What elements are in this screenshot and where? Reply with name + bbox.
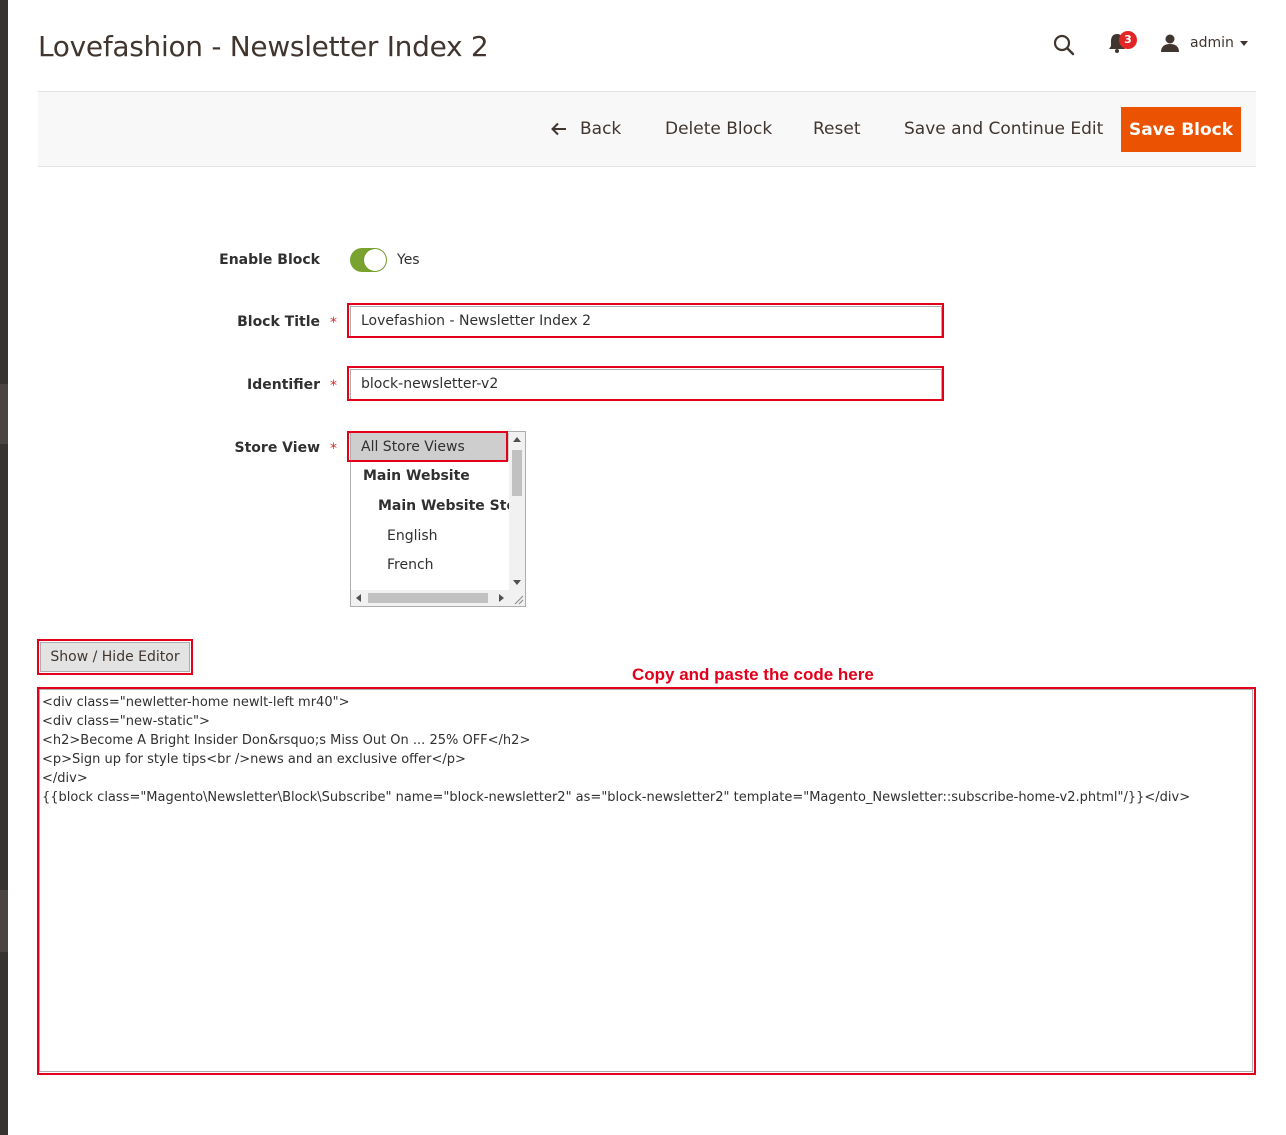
back-button[interactable]: Back bbox=[551, 92, 621, 166]
scrollbar-thumb[interactable] bbox=[368, 593, 488, 603]
annotation-text: Copy and paste the code here bbox=[632, 665, 874, 684]
chevron-down-icon bbox=[1239, 40, 1248, 46]
enable-block-value: Yes bbox=[397, 252, 420, 268]
required-star: * bbox=[330, 315, 337, 331]
notification-count-badge: 3 bbox=[1119, 31, 1137, 49]
arrow-left-icon bbox=[551, 122, 566, 136]
required-star: * bbox=[330, 378, 337, 394]
user-name: admin bbox=[1190, 35, 1234, 51]
user-account-menu[interactable]: admin bbox=[1160, 32, 1248, 54]
save-and-continue-button[interactable]: Save and Continue Edit bbox=[904, 92, 1103, 166]
required-star: * bbox=[330, 441, 337, 457]
store-view-multiselect[interactable]: All Store Views Main Website Main Websit… bbox=[350, 431, 526, 607]
resize-handle[interactable] bbox=[509, 590, 525, 606]
toggle-knob bbox=[364, 249, 386, 271]
content-textarea[interactable]: <div class="newletter-home newlt-left mr… bbox=[39, 689, 1253, 1072]
page-title: Lovefashion - Newsletter Index 2 bbox=[38, 30, 489, 63]
enable-block-toggle[interactable] bbox=[350, 248, 387, 272]
scrollbar-thumb[interactable] bbox=[512, 450, 522, 496]
show-hide-editor-button[interactable]: Show / Hide Editor bbox=[40, 642, 190, 672]
back-label: Back bbox=[580, 119, 622, 139]
store-option-group-store: Main Website Store bbox=[378, 498, 509, 514]
page-actions-toolbar: Back Delete Block Reset Save and Continu… bbox=[38, 91, 1256, 167]
vertical-scrollbar[interactable] bbox=[509, 432, 525, 590]
identifier-label: Identifier bbox=[247, 377, 320, 393]
scroll-left-icon[interactable] bbox=[356, 594, 361, 602]
scroll-up-icon[interactable] bbox=[513, 437, 521, 442]
block-title-input[interactable]: Lovefashion - Newsletter Index 2 bbox=[350, 306, 942, 337]
store-option-french[interactable]: French bbox=[351, 551, 509, 579]
delete-block-button[interactable]: Delete Block bbox=[665, 92, 772, 166]
left-admin-strip bbox=[0, 0, 8, 1135]
store-option-all[interactable]: All Store Views bbox=[351, 433, 509, 461]
store-view-label: Store View bbox=[234, 440, 320, 456]
store-option-english[interactable]: English bbox=[351, 522, 509, 550]
user-icon bbox=[1161, 34, 1179, 52]
save-block-button[interactable]: Save Block bbox=[1121, 107, 1241, 152]
strip-mark bbox=[0, 384, 8, 444]
scroll-right-icon[interactable] bbox=[499, 594, 504, 602]
search-icon[interactable] bbox=[1052, 33, 1076, 57]
reset-button[interactable]: Reset bbox=[813, 92, 861, 166]
scroll-down-icon[interactable] bbox=[513, 580, 521, 585]
strip-mark bbox=[0, 890, 8, 952]
horizontal-scrollbar[interactable] bbox=[351, 590, 509, 606]
block-title-label: Block Title bbox=[237, 314, 320, 330]
identifier-input[interactable]: block-newsletter-v2 bbox=[350, 369, 942, 400]
store-option-group-website: Main Website bbox=[363, 468, 470, 484]
enable-block-label: Enable Block bbox=[219, 252, 320, 268]
